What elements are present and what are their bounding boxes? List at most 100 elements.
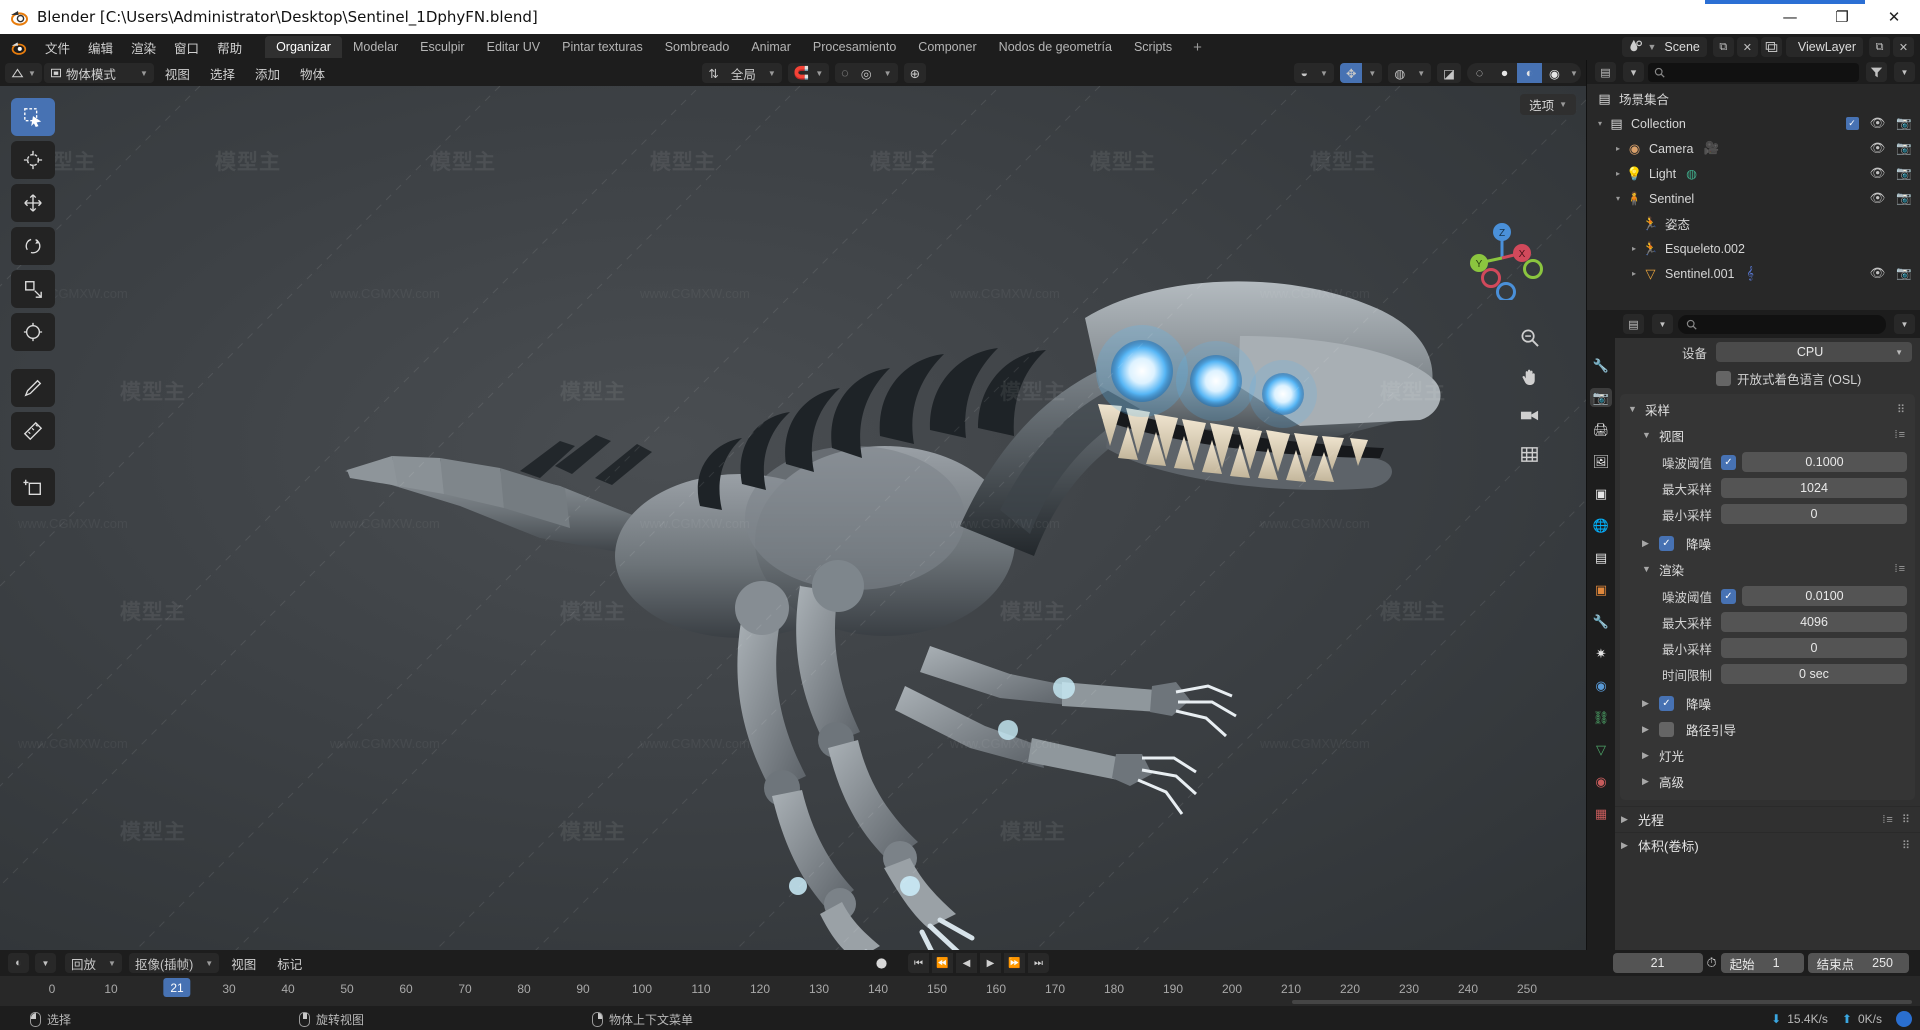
timeline-menu-marker[interactable]: 标记 (268, 952, 311, 975)
render-max-samples-value[interactable]: 4096 (1721, 612, 1907, 632)
navigation-gizmo[interactable]: Z Y X (1460, 216, 1544, 300)
menu-help[interactable]: 帮助 (208, 36, 251, 59)
time-limit-value[interactable]: 0 sec (1721, 664, 1907, 684)
tool-annotate[interactable] (11, 369, 55, 407)
menu-render[interactable]: 渲染 (122, 36, 165, 59)
timeline-playhead[interactable]: 21 (163, 978, 191, 997)
viewport-noise-threshold-row[interactable]: 噪波阈值 ✓ 0.1000 (1628, 450, 1907, 474)
properties-filter-chevron-icon[interactable]: ▼ (1894, 314, 1915, 334)
prev-keyframe-button[interactable]: ⏪ (932, 953, 953, 973)
eye-icon[interactable]: 👁 (1870, 116, 1886, 131)
current-frame-field[interactable]: 21 (1612, 953, 1703, 973)
tab-procesamiento[interactable]: Procesamiento (802, 36, 907, 58)
tab-scene-properties[interactable]: ▣ (1590, 484, 1612, 503)
proportional-falloff-icon[interactable]: ◎ (855, 63, 878, 83)
playback-transport[interactable]: ⏮ ⏪ ◀ ▶ ⏩ ⏭ (871, 953, 1049, 973)
outliner-row-camera[interactable]: ▸ ◉ Camera 🎥 👁 📷 (1587, 136, 1920, 161)
tab-data-properties[interactable]: ▽ (1590, 740, 1612, 759)
render-noise-threshold-row[interactable]: 噪波阈值 ✓ 0.0100 (1628, 584, 1907, 608)
keying-menu[interactable]: 抠像(插帧) ▼ (128, 953, 220, 973)
next-keyframe-button[interactable]: ⏩ (1004, 953, 1025, 973)
timeline-editor-type-icon[interactable]: ◐ (8, 953, 29, 973)
xray-icon[interactable]: ◪ (1437, 63, 1461, 83)
menu-edit[interactable]: 编辑 (79, 36, 122, 59)
menu-window[interactable]: 窗口 (165, 36, 208, 59)
timeline-horizontal-scrollbar[interactable] (1292, 1000, 1912, 1004)
proportional-edit-controls[interactable]: ◌ ◎ ▼ (835, 63, 898, 83)
shading-material-icon[interactable]: ◐ (1517, 63, 1542, 83)
expand-triangle-icon[interactable]: ▸ (1627, 244, 1641, 253)
render-denoise-row[interactable]: ▶ ✓ 降噪 (1620, 690, 1915, 716)
tool-cursor[interactable] (11, 141, 55, 179)
annotate-group[interactable]: ⊕ (903, 63, 927, 83)
shading-chevron-down-icon[interactable]: ▼ (1567, 63, 1581, 83)
object-types-visibility-icon[interactable]: ◒ (1294, 63, 1314, 83)
interaction-mode-selector[interactable]: 物体模式 ▼ (43, 63, 154, 83)
tab-world-properties[interactable]: 🌐 (1590, 516, 1612, 535)
camera-icon[interactable]: 📷 (1896, 266, 1912, 281)
timeline-editor-chevron-icon[interactable]: ▼ (35, 953, 56, 973)
tab-material-properties[interactable]: ◉ (1590, 772, 1612, 791)
camera-icon[interactable]: 📷 (1896, 141, 1912, 156)
tab-render-properties[interactable]: 📷 (1590, 388, 1612, 407)
maximize-button[interactable]: ❐ (1816, 0, 1868, 34)
osl-row[interactable]: 开放式着色语言 (OSL) (1623, 366, 1912, 390)
outliner-display-mode-icon[interactable]: ▾ (1623, 62, 1644, 82)
render-max-samples-row[interactable]: 最大采样 4096 (1628, 610, 1907, 634)
outliner-row-toggles[interactable]: 👁 📷 (1870, 191, 1912, 206)
tab-nodos-de-geometria[interactable]: Nodos de geometría (988, 36, 1123, 58)
viewport-menu-object[interactable]: 物体 (291, 62, 334, 85)
overlays-toggle-group[interactable]: ◍ ▼ (1388, 63, 1432, 83)
render-min-samples-value[interactable]: 0 (1721, 638, 1907, 658)
shading-mode-group[interactable]: ◌ ● ◐ ◉ ▼ (1467, 63, 1581, 83)
tab-physics-properties[interactable]: ◉ (1590, 676, 1612, 695)
eye-icon[interactable]: 👁 (1870, 266, 1886, 281)
close-button[interactable]: ✕ (1868, 0, 1920, 34)
shading-solid-icon[interactable]: ● (1492, 63, 1517, 83)
properties-type-chevron-icon[interactable]: ▼ (1652, 314, 1673, 334)
render-subsection-header[interactable]: ▼ 渲染 ⁞≡ (1620, 556, 1915, 582)
viewlayer-selector[interactable]: ViewLayer (1785, 37, 1863, 57)
pivot-point-icon[interactable]: ⊕ (904, 63, 926, 83)
timeline-ruler[interactable]: 0 10 20 30 40 50 60 70 80 90 100 110 120… (0, 976, 1920, 1006)
tab-constraints-properties[interactable]: ⛓ (1590, 708, 1612, 727)
tool-transform[interactable] (11, 313, 55, 351)
outliner-row-toggles[interactable]: 👁 📷 (1870, 266, 1912, 281)
snap-controls[interactable]: 🧲 ▼ (787, 63, 830, 83)
orthographic-toggle-icon[interactable] (1516, 441, 1542, 467)
expand-triangle-icon[interactable]: ▸ (1611, 169, 1625, 178)
minimize-button[interactable]: — (1764, 0, 1816, 34)
expand-triangle-icon[interactable]: ▾ (1593, 119, 1607, 128)
tab-editar-uv[interactable]: Editar UV (476, 36, 552, 58)
jump-to-start-button[interactable]: ⏮ (908, 953, 929, 973)
expand-triangle-icon[interactable]: ▾ (1611, 194, 1625, 203)
outliner-row-collection[interactable]: ▾ ▤ Collection ✓ 👁 📷 (1587, 111, 1920, 136)
tool-move[interactable] (11, 184, 55, 222)
outliner-search-input[interactable] (1648, 62, 1859, 82)
outliner-tree[interactable]: ▤ 场景集合 ▾ ▤ Collection ✓ 👁 📷 ▸ ◉ Camera 🎥… (1587, 84, 1920, 310)
tool-scale[interactable] (11, 270, 55, 308)
light-paths-presets-icon[interactable]: ⁞≡ ⠿ (1882, 813, 1911, 826)
network-indicator-icon[interactable] (1896, 1011, 1912, 1027)
outliner-row-esqueleto[interactable]: ▸ 🏃 Esqueleto.002 (1587, 236, 1920, 261)
gizmo-toggle-group[interactable]: ✥ ▼ (1339, 63, 1383, 83)
lights-subsection[interactable]: ▶ 灯光 (1620, 742, 1915, 768)
zoom-icon[interactable] (1516, 324, 1542, 350)
outliner-row-sentinel-001[interactable]: ▸ ▽ Sentinel.001 𝄞 👁 📷 (1587, 261, 1920, 286)
auto-key-clock-icon[interactable]: ⏱ (1707, 955, 1717, 971)
tool-measure[interactable] (11, 412, 55, 450)
min-samples-value[interactable]: 0 (1721, 504, 1907, 524)
snap-magnet-icon[interactable]: 🧲 (788, 63, 816, 83)
tab-object-properties[interactable]: ▣ (1590, 580, 1612, 599)
osl-checkbox[interactable] (1716, 370, 1731, 386)
eye-icon[interactable]: 👁 (1870, 191, 1886, 206)
tab-pintar-texturas[interactable]: Pintar texturas (551, 36, 654, 58)
shading-rendered-icon[interactable]: ◉ (1542, 63, 1567, 83)
tool-rotate[interactable] (11, 227, 55, 265)
camera-data-icon[interactable]: 🎥 (1703, 141, 1719, 156)
visibility-selector[interactable]: ◒ ▼ (1294, 63, 1334, 83)
viewport-menu-select[interactable]: 选择 (201, 62, 244, 85)
pan-hand-icon[interactable] (1516, 363, 1542, 389)
light-data-icon[interactable]: ◍ (1686, 166, 1697, 181)
tab-collection-properties[interactable]: ▤ (1590, 548, 1612, 567)
